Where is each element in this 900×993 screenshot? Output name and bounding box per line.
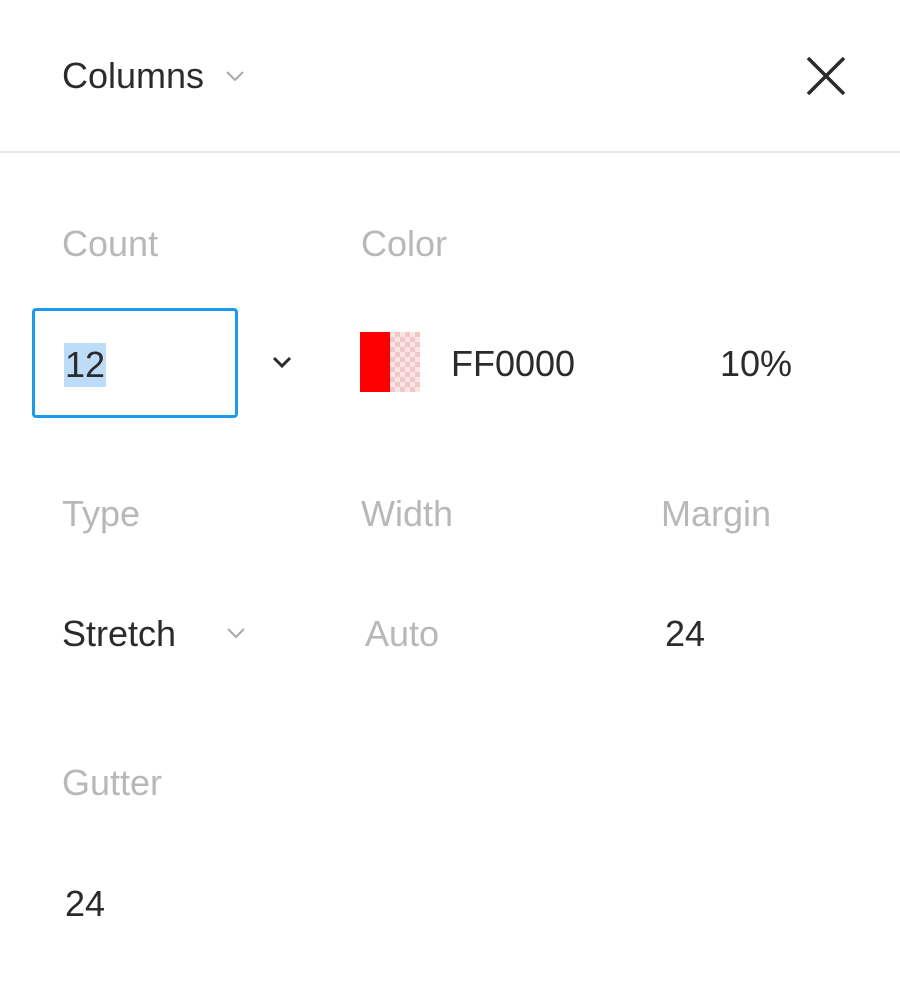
grid-type-dropdown[interactable]: Columns	[62, 54, 246, 98]
width-input[interactable]: Auto	[365, 612, 439, 656]
color-swatch-solid	[360, 332, 390, 392]
color-hex-input[interactable]: FF0000	[451, 342, 575, 386]
color-swatch-transparency	[390, 332, 420, 392]
margin-label: Margin	[661, 493, 772, 534]
layout-grid-panel: Columns Count Color 12 FF0000 10% Type W…	[0, 0, 900, 993]
color-label: Color	[361, 223, 448, 264]
chevron-down-icon	[226, 71, 244, 82]
count-value: 12	[64, 343, 107, 387]
count-label: Count	[62, 223, 159, 264]
margin-input[interactable]: 24	[665, 612, 705, 656]
color-swatch[interactable]	[360, 332, 420, 392]
type-dropdown[interactable]: Stretch	[62, 612, 176, 656]
type-label: Type	[62, 493, 141, 534]
width-label: Width	[361, 493, 454, 534]
count-input[interactable]: 12	[32, 308, 238, 418]
grid-type-label: Columns	[62, 55, 205, 96]
gutter-input[interactable]: 24	[65, 882, 105, 926]
chevron-down-icon[interactable]	[226, 627, 246, 639]
chevron-down-icon[interactable]	[270, 355, 294, 369]
opacity-input[interactable]: 10%	[720, 342, 792, 386]
gutter-label: Gutter	[62, 762, 163, 803]
close-icon[interactable]	[800, 50, 852, 102]
panel-header: Columns	[0, 0, 900, 153]
